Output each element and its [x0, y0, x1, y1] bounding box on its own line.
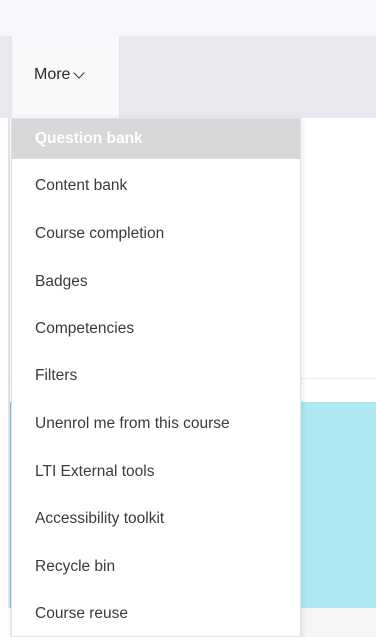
- more-dropdown-menu: Question bank Content bank Course comple…: [11, 118, 301, 637]
- menu-item-badges[interactable]: Badges: [12, 262, 300, 302]
- top-strip: [0, 0, 376, 36]
- menu-item-label: Question bank: [35, 130, 143, 147]
- menu-item-label: Competencies: [35, 320, 135, 337]
- menu-item-filters[interactable]: Filters: [12, 356, 300, 396]
- menu-item-label: Content bank: [35, 177, 128, 194]
- menu-item-lti-external-tools[interactable]: LTI External tools: [12, 452, 300, 492]
- menu-item-label: LTI External tools: [35, 463, 155, 480]
- menu-item-accessibility-toolkit[interactable]: Accessibility toolkit: [12, 499, 300, 539]
- menu-item-label: Unenrol me from this course: [35, 415, 230, 432]
- menu-item-content-bank[interactable]: Content bank: [12, 166, 300, 206]
- menu-item-label: Filters: [35, 367, 78, 384]
- more-tab[interactable]: More: [11, 36, 120, 118]
- menu-item-course-completion[interactable]: Course completion: [12, 214, 300, 254]
- menu-item-unenrol[interactable]: Unenrol me from this course: [12, 404, 300, 444]
- chevron-down-icon: [73, 67, 86, 79]
- menu-item-label: Course reuse: [35, 605, 129, 622]
- menu-item-label: Accessibility toolkit: [35, 510, 165, 527]
- menu-item-label: Badges: [35, 273, 88, 290]
- more-label: More: [34, 66, 71, 83]
- menu-item-label: Course completion: [35, 225, 165, 242]
- more-menu-toggle[interactable]: More: [34, 66, 86, 84]
- menu-item-question-bank[interactable]: Question bank: [12, 119, 300, 159]
- menu-item-competencies[interactable]: Competencies: [12, 309, 300, 349]
- menu-item-label: Recycle bin: [35, 558, 116, 575]
- menu-item-recycle-bin[interactable]: Recycle bin: [12, 547, 300, 587]
- menu-item-course-reuse[interactable]: Course reuse: [12, 594, 300, 634]
